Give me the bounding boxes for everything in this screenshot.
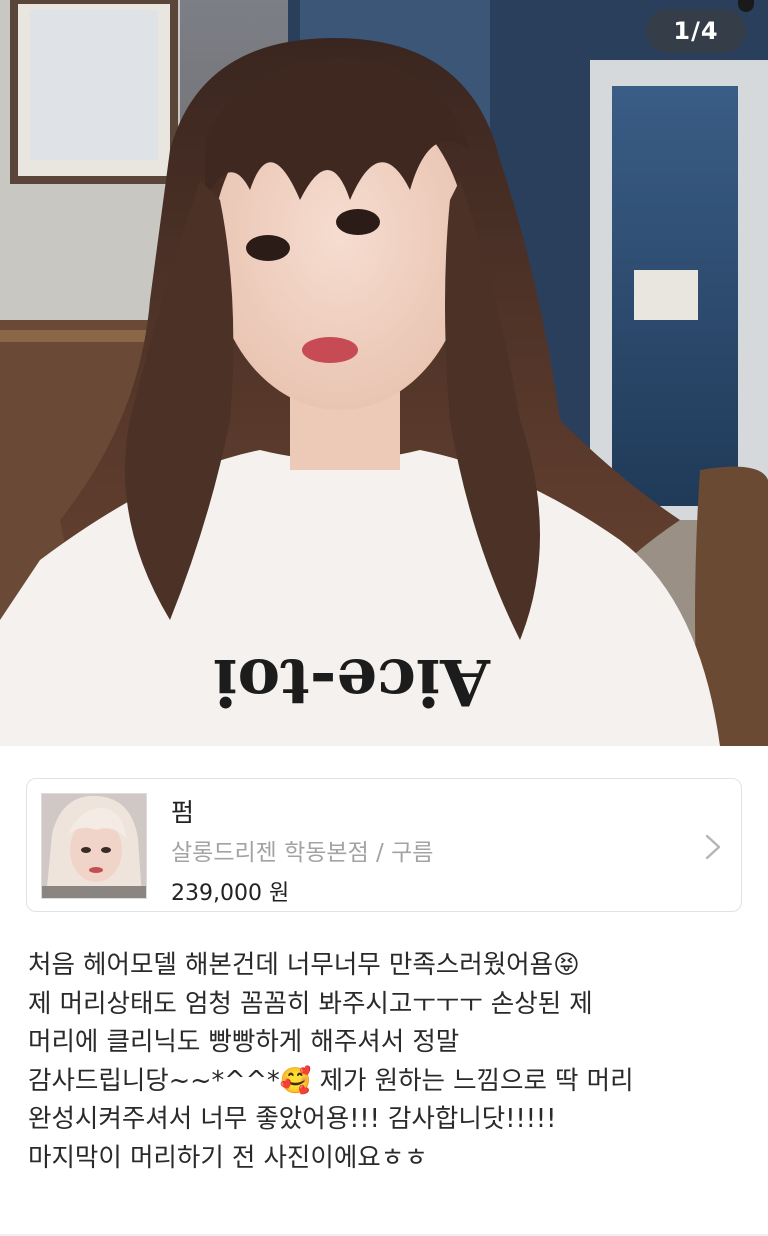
salon-designer-label: 살롱드리젠 학동본점 / 구름	[171, 840, 434, 866]
product-thumbnail	[41, 793, 147, 899]
product-card[interactable]: 펌 살롱드리젠 학동본점 / 구름 239,000 원	[26, 778, 742, 912]
product-price: 239,000 원	[171, 881, 290, 906]
product-title: 펌	[171, 798, 195, 827]
photo-counter: 1/4	[646, 9, 746, 53]
review-photo-gallery[interactable]: Aice-toi 1/4	[0, 0, 768, 746]
review-photo: Aice-toi	[0, 0, 768, 746]
review-text: 처음 헤어모델 해본건데 너무너무 만족스러웠어욤😝 제 머리상태도 엄청 꼼꼼…	[28, 950, 634, 1173]
review-detail-page: Aice-toi 1/4 펌 살롱드리젠 학동본점 / 구름 239,000 원…	[0, 0, 768, 1236]
chevron-right-icon	[705, 834, 721, 860]
svg-text:Aice-toi: Aice-toi	[213, 644, 491, 719]
